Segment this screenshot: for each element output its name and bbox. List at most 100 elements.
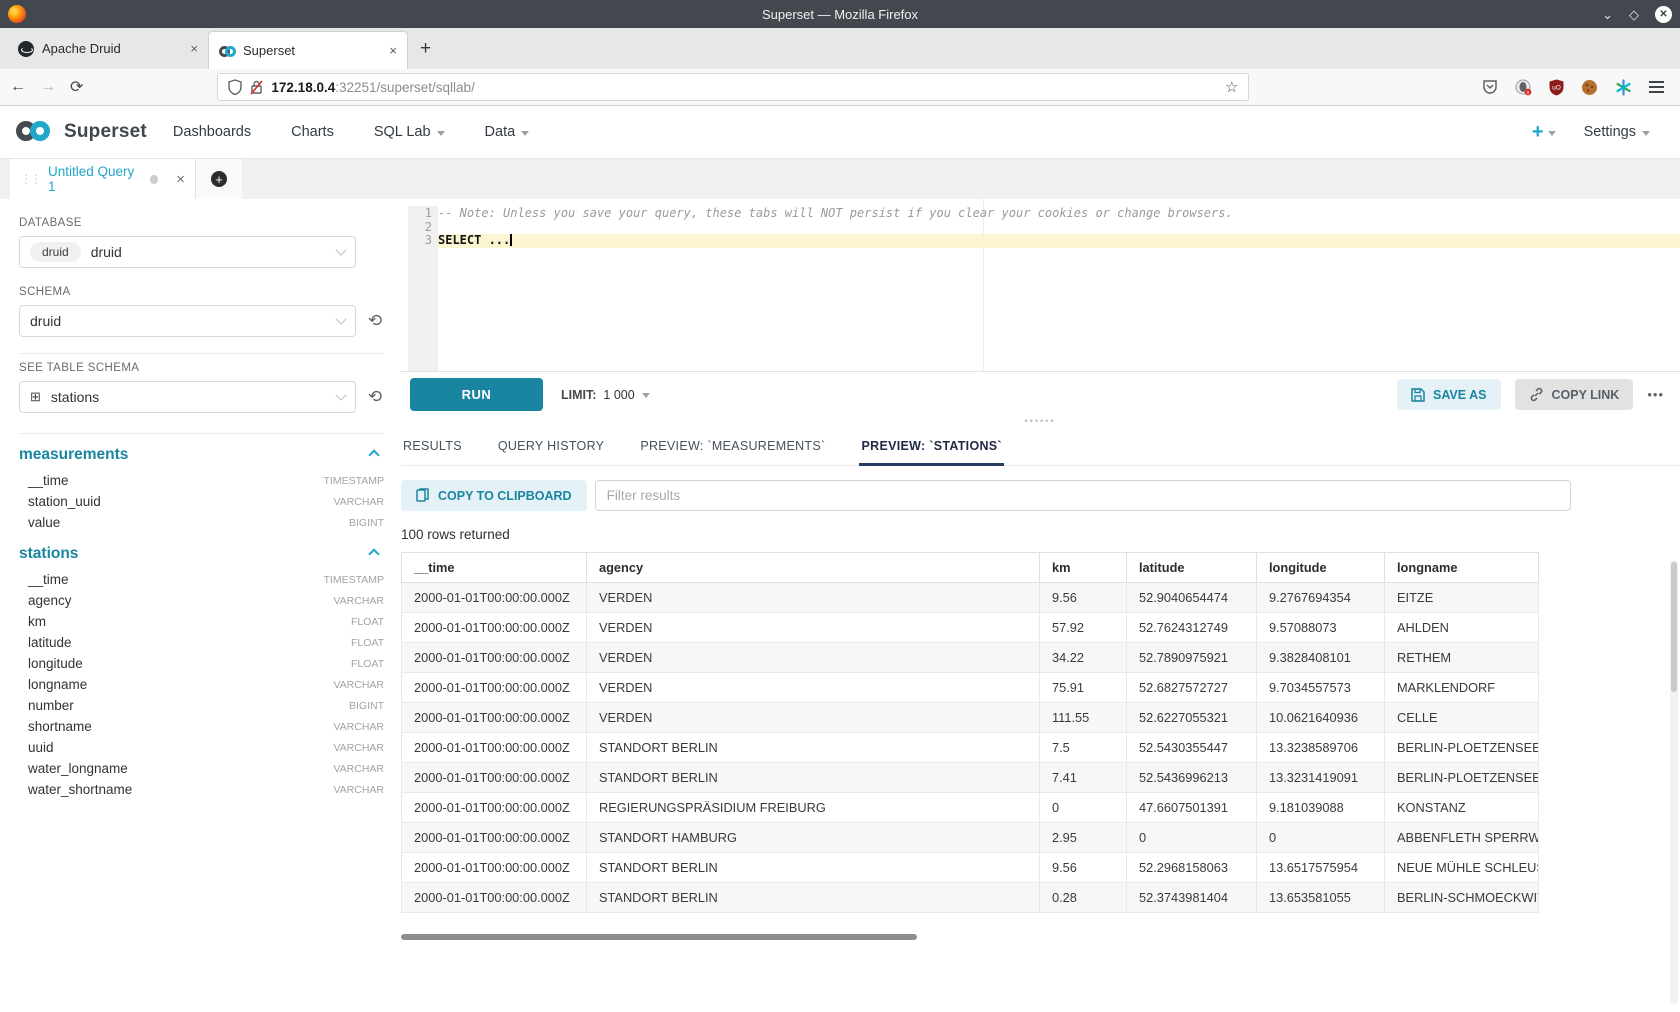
add-query-tab-button[interactable]: + <box>196 159 242 199</box>
nav-sql-lab[interactable]: SQL Lab <box>374 124 445 140</box>
column-header[interactable]: agency <box>587 553 1040 583</box>
table-cell: 2000-01-01T00:00:00.000Z <box>402 673 587 703</box>
database-select[interactable]: druid druid <box>19 236 356 268</box>
url-text[interactable]: 172.18.0.4:32251/superset/sqllab/ <box>271 80 1217 95</box>
nav-charts[interactable]: Charts <box>291 124 334 140</box>
browser-tab-apache-druid[interactable]: Apache Druid × <box>8 28 208 69</box>
sql-editor[interactable]: 1 2 3 -- Note: Unless you save your quer… <box>400 199 1680 371</box>
superset-logo-icon[interactable] <box>16 119 56 145</box>
column-header[interactable]: longitude <box>1257 553 1385 583</box>
close-tab-icon[interactable]: × <box>389 43 397 58</box>
multi-account-containers-icon[interactable]: x <box>1515 79 1532 96</box>
run-button[interactable]: RUN <box>410 378 543 411</box>
column-header[interactable]: __time <box>402 553 587 583</box>
browser-tab-title: Superset <box>243 43 295 58</box>
insecure-lock-icon[interactable] <box>250 79 263 95</box>
menu-icon[interactable] <box>1649 81 1664 93</box>
column-header[interactable]: km <box>1040 553 1127 583</box>
refresh-schema-icon[interactable]: ⟲ <box>366 311 384 331</box>
copy-to-clipboard-button[interactable]: COPY TO CLIPBOARD <box>401 480 587 511</box>
table-cell: 52.3743981404 <box>1127 883 1257 913</box>
chevron-up-icon[interactable] <box>368 449 379 460</box>
tracking-shield-icon[interactable] <box>228 79 242 95</box>
table-cell: 13.6517575954 <box>1257 853 1385 883</box>
results-tab-preview-stations[interactable]: PREVIEW: `STATIONS` <box>859 429 1003 465</box>
new-item-button[interactable]: + <box>1532 121 1556 144</box>
maximize-icon[interactable]: ◇ <box>1629 8 1639 21</box>
column-type: VARCHAR <box>333 496 384 508</box>
table-schema-label: SEE TABLE SCHEMA <box>19 362 384 374</box>
superset-navbar: Superset Dashboards Charts SQL Lab Data … <box>0 106 1680 159</box>
minimize-icon[interactable]: ⌄ <box>1602 8 1613 21</box>
table-cell: 9.7034557573 <box>1257 673 1385 703</box>
column-header[interactable]: longname <box>1385 553 1539 583</box>
vertical-scrollbar[interactable] <box>1670 560 1678 1004</box>
results-tab-results[interactable]: RESULTS <box>401 429 464 465</box>
filter-results-input[interactable] <box>595 480 1571 511</box>
drag-grip-icon[interactable]: ⋮⋮ <box>20 172 40 186</box>
limit-control[interactable]: LIMIT: 1 000 <box>561 388 650 402</box>
chevron-up-icon[interactable] <box>368 548 379 559</box>
table-cell: 52.9040654474 <box>1127 583 1257 613</box>
bookmark-star-icon[interactable]: ☆ <box>1225 78 1238 96</box>
table-cell: STANDORT BERLIN <box>587 763 1040 793</box>
browser-tabstrip: Apache Druid × Superset × + <box>0 28 1680 69</box>
url-bar[interactable]: 172.18.0.4:32251/superset/sqllab/ ☆ <box>217 73 1249 101</box>
column-row: numberBIGINT <box>19 695 384 716</box>
horizontal-scrollbar[interactable] <box>401 934 917 940</box>
save-as-button[interactable]: SAVE AS <box>1397 379 1501 410</box>
ublock-origin-icon[interactable]: uO <box>1549 79 1564 96</box>
table-cell: 34.22 <box>1040 643 1127 673</box>
column-header[interactable]: latitude <box>1127 553 1257 583</box>
new-tab-button[interactable]: + <box>420 38 431 60</box>
reload-icon[interactable]: ⟳ <box>70 77 83 97</box>
table-cell: 9.56 <box>1040 583 1127 613</box>
extension-asterisk-icon[interactable] <box>1615 79 1632 96</box>
table-cell: 0 <box>1127 823 1257 853</box>
results-tabs: RESULTS QUERY HISTORY PREVIEW: `MEASUREMEN… <box>401 429 1680 466</box>
table-row: 2000-01-01T00:00:00.000ZVERDEN34.2252.78… <box>402 643 1539 673</box>
back-icon[interactable]: ← <box>10 78 26 96</box>
column-row: agencyVARCHAR <box>19 590 384 611</box>
nav-data[interactable]: Data <box>485 124 530 140</box>
pane-resize-handle[interactable]: •••••• <box>400 417 1680 425</box>
pocket-icon[interactable] <box>1482 79 1498 95</box>
schema-tables: measurements__timeTIMESTAMPstation_uuidV… <box>19 446 384 800</box>
query-tab-active[interactable]: ⋮⋮ Untitled Query 1 × <box>10 159 196 199</box>
close-tab-icon[interactable]: × <box>190 41 198 56</box>
results-table: __timeagencykmlatitudelongitudelongname … <box>401 552 1539 913</box>
column-type: BIGINT <box>349 517 384 529</box>
schema-table-name: measurements <box>19 446 128 464</box>
close-window-icon[interactable]: ✕ <box>1655 6 1672 23</box>
table-cell: 2000-01-01T00:00:00.000Z <box>402 823 587 853</box>
nav-dashboards[interactable]: Dashboards <box>173 124 251 140</box>
refresh-tables-icon[interactable]: ⟲ <box>366 387 384 407</box>
more-options-icon[interactable]: ••• <box>1647 387 1664 402</box>
schema-table-header[interactable]: stations <box>19 545 384 563</box>
cookie-icon[interactable] <box>1581 79 1598 96</box>
chevron-down-icon <box>335 313 346 324</box>
forward-icon[interactable]: → <box>40 78 56 96</box>
table-cell: VERDEN <box>587 583 1040 613</box>
table-cell: 52.6827572727 <box>1127 673 1257 703</box>
plus-circle-icon: + <box>211 171 227 187</box>
copy-link-button[interactable]: COPY LINK <box>1515 379 1634 410</box>
browser-tab-superset[interactable]: Superset × <box>208 31 408 69</box>
column-type: VARCHAR <box>333 679 384 691</box>
schema-label: SCHEMA <box>19 286 384 298</box>
table-cell: REGIERUNGSPRÄSIDIUM FREIBURG <box>587 793 1040 823</box>
results-tab-preview-measurements[interactable]: PREVIEW: `MEASUREMENTS` <box>638 429 827 465</box>
table-cell: 52.5436996213 <box>1127 763 1257 793</box>
schema-select[interactable]: druid <box>19 305 356 337</box>
brand-name[interactable]: Superset <box>64 121 147 143</box>
results-tab-query-history[interactable]: QUERY HISTORY <box>496 429 606 465</box>
settings-menu[interactable]: Settings <box>1584 124 1650 140</box>
schema-table-header[interactable]: measurements <box>19 446 384 464</box>
close-query-tab-icon[interactable]: × <box>176 171 185 188</box>
column-name: number <box>28 698 74 713</box>
table-select[interactable]: ⊞ stations <box>19 381 356 413</box>
database-type-pill: druid <box>30 242 81 262</box>
table-cell: STANDORT BERLIN <box>587 883 1040 913</box>
svg-text:uO: uO <box>1552 84 1561 91</box>
table-cell: 2000-01-01T00:00:00.000Z <box>402 703 587 733</box>
